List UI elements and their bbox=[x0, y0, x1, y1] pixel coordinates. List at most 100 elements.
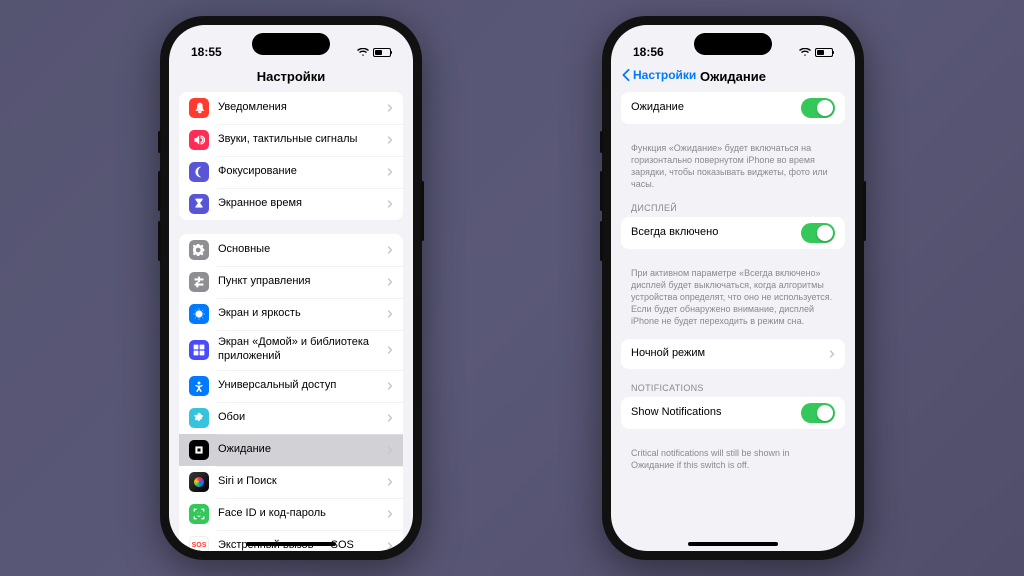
siri-icon bbox=[189, 472, 209, 492]
hourglass-icon bbox=[189, 194, 209, 214]
chevron-right-icon bbox=[387, 135, 393, 145]
row-label: Siri и Поиск bbox=[218, 475, 387, 489]
page-title: Ожидание bbox=[700, 69, 766, 84]
settings-group: Всегда включено bbox=[621, 217, 845, 249]
settings-group: Основные Пункт управления Экран и яркость Э… bbox=[179, 234, 403, 551]
section-footer: Функция «Ожидание» будет включаться на г… bbox=[621, 138, 845, 203]
chevron-right-icon bbox=[387, 103, 393, 113]
settings-row[interactable]: Show Notifications bbox=[621, 397, 845, 429]
settings-row[interactable]: Ночной режим bbox=[621, 339, 845, 369]
settings-group: Ночной режим bbox=[621, 339, 845, 369]
settings-row[interactable]: Уведомления bbox=[179, 92, 403, 124]
chevron-right-icon bbox=[387, 245, 393, 255]
volume-up bbox=[600, 171, 603, 211]
settings-row[interactable]: Обои bbox=[179, 402, 403, 434]
row-label: Экран «Домой» и библиотека приложений bbox=[218, 336, 387, 364]
chevron-right-icon bbox=[387, 277, 393, 287]
access-icon bbox=[189, 376, 209, 396]
moon-icon bbox=[189, 162, 209, 182]
settings-row[interactable]: Всегда включено bbox=[621, 217, 845, 249]
row-label: Универсальный доступ bbox=[218, 379, 387, 393]
screen-right: 18:56 Настройки Ожидание Ожидание Функция… bbox=[611, 25, 855, 551]
phone-left: 18:55 Настройки Уведомления Звуки, тактил… bbox=[160, 16, 422, 560]
wifi-icon bbox=[357, 48, 369, 57]
chevron-right-icon bbox=[387, 413, 393, 423]
chevron-right-icon bbox=[387, 345, 393, 355]
settings-row[interactable]: SOSЭкстренный вызов — SOS bbox=[179, 530, 403, 552]
battery-icon bbox=[815, 48, 833, 57]
page-title: Настройки bbox=[257, 69, 326, 84]
status-time: 18:56 bbox=[633, 45, 664, 59]
row-label: Обои bbox=[218, 411, 387, 425]
bell-icon bbox=[189, 98, 209, 118]
row-label: Ночной режим bbox=[631, 347, 829, 361]
settings-row[interactable]: Пункт управления bbox=[179, 266, 403, 298]
row-label: Ожидание bbox=[631, 101, 801, 115]
chevron-right-icon bbox=[387, 445, 393, 455]
settings-row[interactable]: Основные bbox=[179, 234, 403, 266]
grid-icon bbox=[189, 340, 209, 360]
settings-list[interactable]: Уведомления Звуки, тактильные сигналы Фоку… bbox=[169, 92, 413, 551]
home-indicator[interactable] bbox=[246, 542, 336, 546]
settings-row[interactable]: Siri и Поиск bbox=[179, 466, 403, 498]
row-label: Пункт управления bbox=[218, 275, 387, 289]
settings-row[interactable]: Фокусирование bbox=[179, 156, 403, 188]
settings-group: Show Notifications bbox=[621, 397, 845, 429]
section-header: ДИСПЛЕЙ bbox=[621, 203, 845, 217]
silent-switch bbox=[600, 131, 603, 153]
sos-icon: SOS bbox=[189, 536, 209, 552]
section-header: NOTIFICATIONS bbox=[621, 383, 845, 397]
volume-down bbox=[158, 221, 161, 261]
chevron-right-icon bbox=[387, 199, 393, 209]
settings-row[interactable]: Ожидание bbox=[621, 92, 845, 124]
battery-icon bbox=[373, 48, 391, 57]
settings-row[interactable]: Экран и яркость bbox=[179, 298, 403, 330]
settings-row[interactable]: Face ID и код-пароль bbox=[179, 498, 403, 530]
volume-up bbox=[158, 171, 161, 211]
row-label: Всегда включено bbox=[631, 226, 801, 240]
flower-icon bbox=[189, 408, 209, 428]
silent-switch bbox=[158, 131, 161, 153]
sun-icon bbox=[189, 304, 209, 324]
row-label: Show Notifications bbox=[631, 406, 801, 420]
power-button bbox=[421, 181, 424, 241]
status-time: 18:55 bbox=[191, 45, 222, 59]
settings-row[interactable]: Звуки, тактильные сигналы bbox=[179, 124, 403, 156]
chevron-right-icon bbox=[829, 349, 835, 359]
chevron-right-icon bbox=[387, 309, 393, 319]
row-label: Звуки, тактильные сигналы bbox=[218, 133, 387, 147]
row-label: Ожидание bbox=[218, 443, 387, 457]
wifi-icon bbox=[799, 48, 811, 57]
screen-left: 18:55 Настройки Уведомления Звуки, тактил… bbox=[169, 25, 413, 551]
faceid-icon bbox=[189, 504, 209, 524]
row-label: Фокусирование bbox=[218, 165, 387, 179]
toggle-switch[interactable] bbox=[801, 403, 835, 423]
chevron-right-icon bbox=[387, 509, 393, 519]
power-button bbox=[863, 181, 866, 241]
nav-header: Настройки Ожидание bbox=[611, 65, 855, 92]
settings-row[interactable]: Универсальный доступ bbox=[179, 370, 403, 402]
settings-group: Уведомления Звуки, тактильные сигналы Фоку… bbox=[179, 92, 403, 220]
row-label: Экран и яркость bbox=[218, 307, 387, 321]
settings-group: Ожидание bbox=[621, 92, 845, 124]
settings-row[interactable]: Экран «Домой» и библиотека приложений bbox=[179, 330, 403, 370]
chevron-right-icon bbox=[387, 167, 393, 177]
toggle-switch[interactable] bbox=[801, 223, 835, 243]
section-footer: При активном параметре «Всегда включено»… bbox=[621, 263, 845, 340]
row-label: Уведомления bbox=[218, 101, 387, 115]
standby-list[interactable]: Ожидание Функция «Ожидание» будет включат… bbox=[611, 92, 855, 484]
home-indicator[interactable] bbox=[688, 542, 778, 546]
section-footer: Critical notifications will still be sho… bbox=[621, 443, 845, 483]
chevron-right-icon bbox=[387, 541, 393, 551]
row-label: Экранное время bbox=[218, 197, 387, 211]
volume-down bbox=[600, 221, 603, 261]
dynamic-island bbox=[252, 33, 330, 55]
sliders-icon bbox=[189, 272, 209, 292]
chevron-right-icon bbox=[387, 477, 393, 487]
nav-header: Настройки bbox=[169, 65, 413, 92]
settings-row[interactable]: Ожидание bbox=[179, 434, 403, 466]
settings-row[interactable]: Экранное время bbox=[179, 188, 403, 220]
phone-right: 18:56 Настройки Ожидание Ожидание Функция… bbox=[602, 16, 864, 560]
toggle-switch[interactable] bbox=[801, 98, 835, 118]
back-button[interactable]: Настройки bbox=[621, 68, 696, 82]
